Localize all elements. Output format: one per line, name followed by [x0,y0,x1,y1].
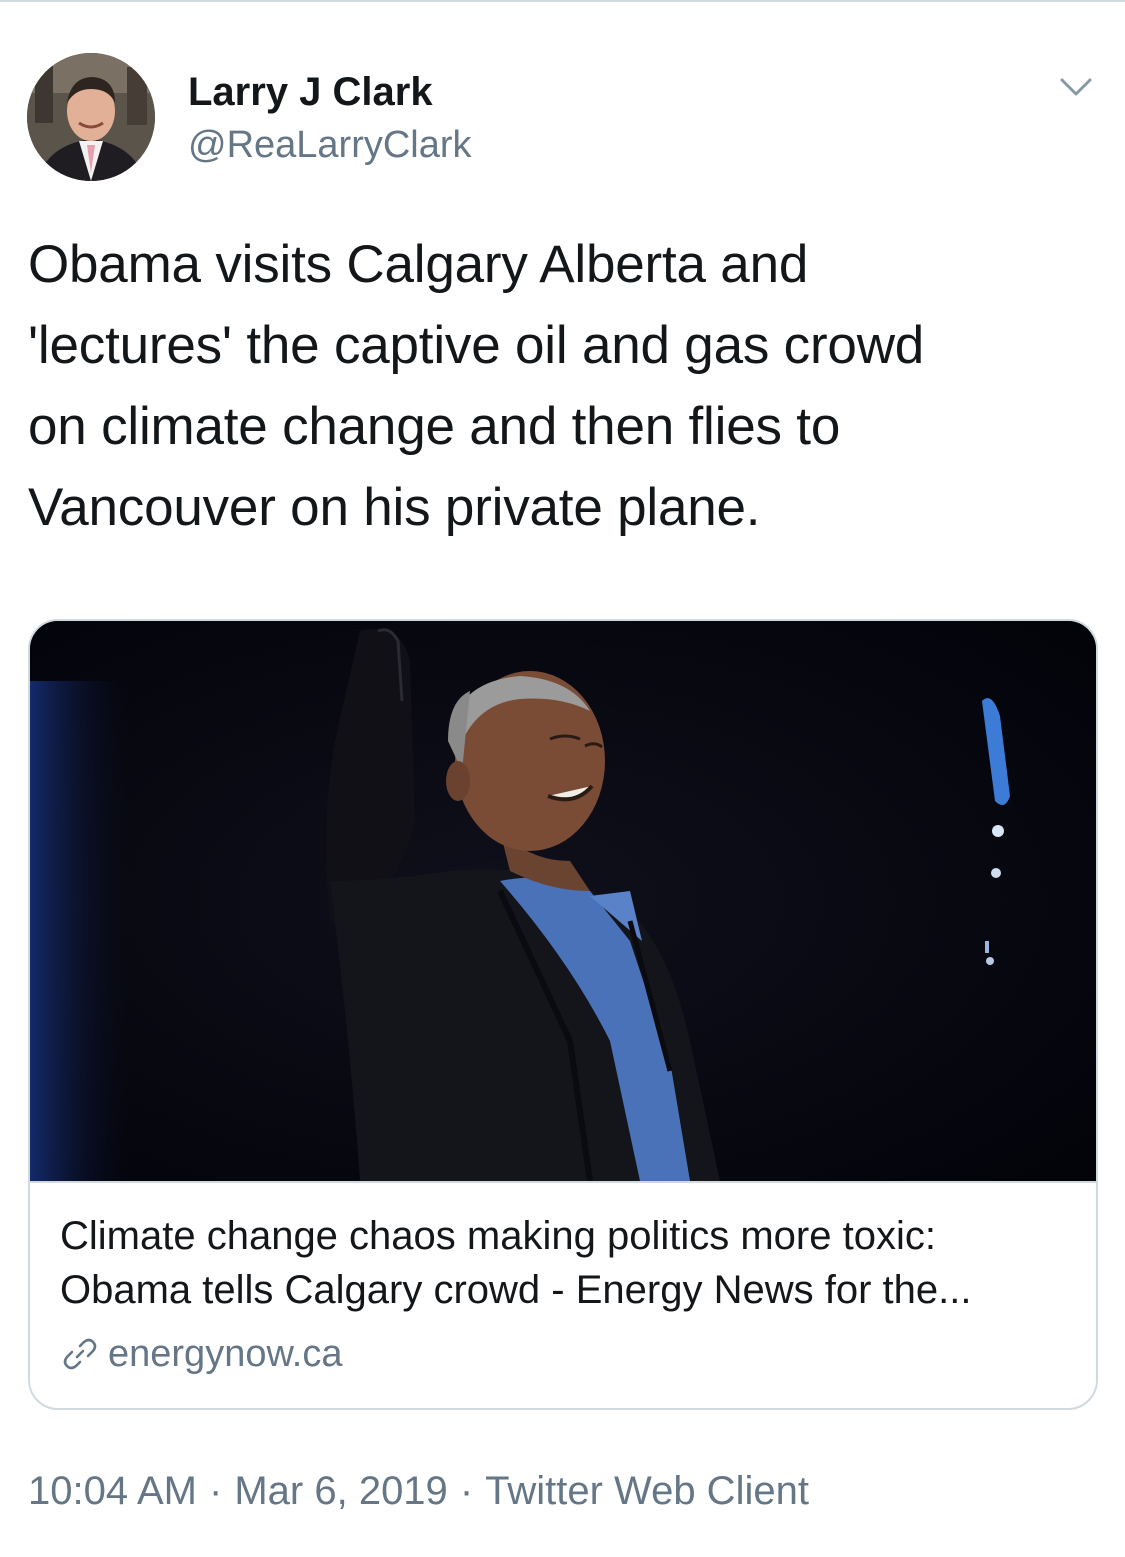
top-divider [0,0,1125,2]
card-title[interactable]: Climate change chaos making politics mor… [60,1209,1070,1317]
author-handle[interactable]: @ReaLarryClark [188,122,472,168]
card-title-line: Obama tells Calgary crowd - Energy News … [60,1268,972,1312]
tweet-meta: 10:04 AM · Mar 6, 2019 · Twitter Web Client [28,1466,809,1516]
tweet-text-line: Vancouver on his private plane. [28,478,761,537]
card-title-line: Climate change chaos making politics mor… [60,1214,936,1258]
avatar-photo [27,53,155,181]
chevron-down-icon[interactable] [1056,72,1096,104]
author-name[interactable]: Larry J Clark [188,68,433,116]
card-domain-row[interactable]: energynow.ca [60,1331,343,1377]
card-image[interactable] [30,621,1096,1183]
tweet-date[interactable]: Mar 6, 2019 [234,1469,447,1513]
tweet-text-line: 'lectures' the captive oil and gas crowd [28,316,925,375]
link-icon [60,1334,100,1374]
tweet-text: Obama visits Calgary Alberta and 'lectur… [28,224,1103,548]
link-card[interactable]: Climate change chaos making politics mor… [28,619,1098,1410]
tweet-text-line: Obama visits Calgary Alberta and [28,235,809,294]
meta-separator: · [209,1469,223,1513]
card-photo [30,621,1096,1181]
tweet-text-line: on climate change and then flies to [28,397,841,456]
meta-separator: · [459,1469,474,1513]
tweet-time[interactable]: 10:04 AM [28,1469,197,1513]
card-domain: energynow.ca [108,1332,343,1375]
avatar[interactable] [27,53,155,181]
tweet-source[interactable]: Twitter Web Client [485,1469,809,1513]
